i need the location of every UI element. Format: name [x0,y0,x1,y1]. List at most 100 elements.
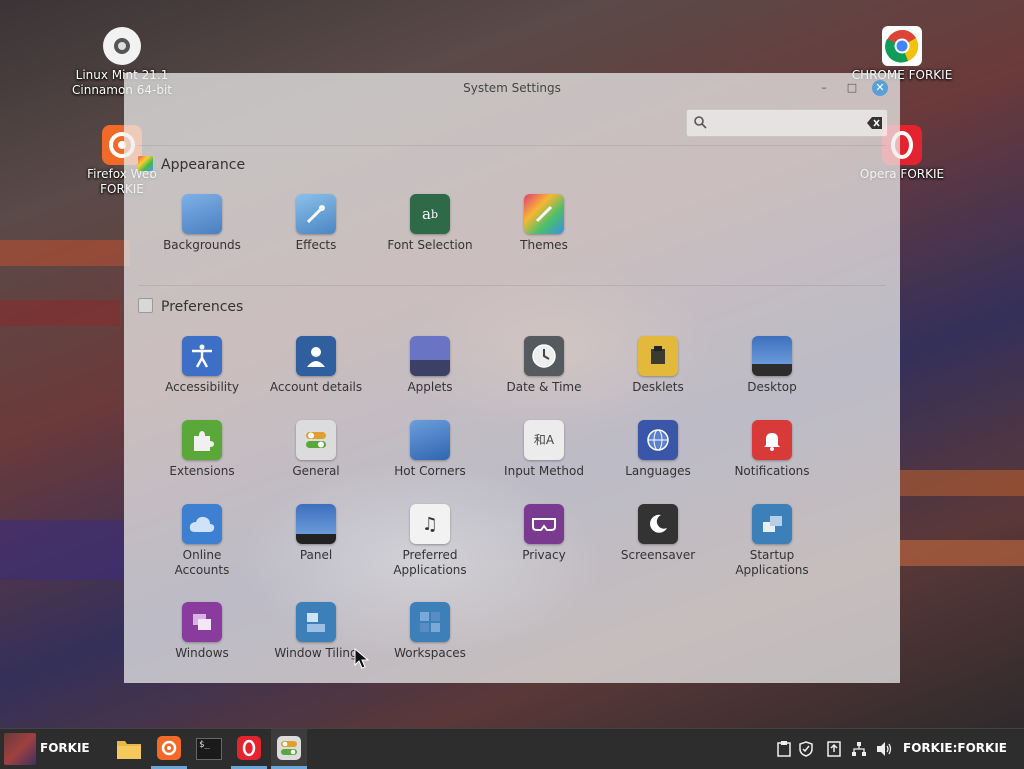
search-input[interactable] [711,113,855,133]
window-title: System Settings [463,81,561,95]
preferences-section-icon [138,298,153,313]
settings-item-date-time[interactable]: Date & Time [487,336,601,395]
wallpaper-stripe [0,300,120,326]
item-label: Font Selection [387,238,473,252]
settings-item-panel[interactable]: Panel [259,504,373,563]
wallpaper-stripe [0,240,130,266]
maximize-button[interactable]: □ [844,80,860,96]
item-label: Panel [299,548,333,562]
settings-item-online-accounts[interactable]: Online Accounts [145,504,259,578]
item-label: Applications [393,563,467,577]
settings-item-screensaver[interactable]: Screensaver [601,504,715,563]
windows-icon [182,602,222,642]
item-label: Notifications [734,464,810,478]
themes-icon [524,194,564,234]
menu-icon[interactable] [4,733,36,765]
shield-icon[interactable] [798,741,814,757]
settings-item-input-method[interactable]: 和A Input Method [487,420,601,479]
settings-item-startup-applications[interactable]: Startup Applications [715,504,829,578]
settings-item-account-details[interactable]: Account details [259,336,373,395]
item-label: Date & Time [506,380,582,394]
settings-item-desktop[interactable]: Desktop [715,336,829,395]
item-label: Accessibility [165,380,239,394]
clipboard-icon[interactable] [776,741,792,757]
section-title: Appearance [161,157,246,173]
item-label: Privacy [522,548,566,562]
section-divider [138,145,886,146]
section-divider [138,285,886,286]
settings-item-effects[interactable]: Effects [259,194,373,253]
applets-icon [410,336,450,376]
settings-item-privacy[interactable]: Privacy [487,504,601,563]
backgrounds-icon [182,194,222,234]
window-titlebar[interactable]: System Settings – □ ✕ [124,73,900,103]
workspaces-icon [410,602,450,642]
item-label: Accounts [174,563,230,577]
clear-search-icon[interactable] [867,115,883,134]
search-field[interactable] [686,109,888,137]
settings-item-applets[interactable]: Applets [373,336,487,395]
settings-item-extensions[interactable]: Extensions [145,420,259,479]
item-label: Backgrounds [163,238,241,252]
item-label: Languages [625,464,691,478]
item-label: General [292,464,340,478]
chrome-icon [882,26,922,66]
mouse-cursor-icon [354,647,370,674]
settings-item-accessibility[interactable]: Accessibility [145,336,259,395]
taskbar-app-firefox[interactable] [151,729,187,769]
item-label: Startup [749,548,795,562]
toggle-icon [296,420,336,460]
update-manager-icon[interactable] [826,741,842,757]
item-label: Input Method [504,464,584,478]
user-label[interactable]: FORKIE:FORKIE [903,741,1007,755]
item-label: Applications [735,563,809,577]
network-icon[interactable] [851,741,867,757]
font-selection-icon: ab [410,194,450,234]
settings-item-hot-corners[interactable]: Hot Corners [373,420,487,479]
startup-icon [752,504,792,544]
taskbar-app-files[interactable] [111,729,147,769]
account-details-icon [296,336,336,376]
section-header-preferences: Preferences [138,298,243,315]
settings-item-preferred-applications[interactable]: ♫ Preferred Applications [373,504,487,578]
menu-button-label[interactable]: FORKIE [40,741,90,755]
taskbar-app-terminal[interactable]: $_ [191,729,227,769]
settings-item-font-selection[interactable]: ab Font Selection [373,194,487,253]
settings-item-workspaces[interactable]: Workspaces [373,602,487,661]
settings-item-desklets[interactable]: Desklets [601,336,715,395]
settings-item-themes[interactable]: Themes [487,194,601,253]
desktop-icon [752,336,792,376]
item-label: Windows [175,646,229,660]
wallpaper-stripe [0,520,124,580]
item-label: Screensaver [620,548,696,562]
hot-corners-icon [410,420,450,460]
volume-icon[interactable] [876,741,892,757]
item-label: Desktop [747,380,797,394]
puzzle-icon [182,420,222,460]
item-label: Account details [269,380,363,394]
input-method-icon: 和A [524,420,564,460]
item-label: Preferred [402,548,458,562]
clock-icon [524,336,564,376]
moon-icon [638,504,678,544]
wallpaper-stripe [900,540,1024,566]
taskbar: FORKIE $_ FORKIE:FORKIE [0,728,1024,769]
close-button[interactable]: ✕ [872,80,888,96]
settings-item-notifications[interactable]: Notifications [715,420,829,479]
minimize-button[interactable]: – [816,80,832,96]
section-header-appearance: Appearance [138,156,245,173]
terminal-icon: $_ [196,738,222,760]
item-label: Desklets [632,380,684,394]
bell-icon [752,420,792,460]
appearance-section-icon [138,156,153,171]
settings-item-windows[interactable]: Windows [145,602,259,661]
taskbar-app-system-settings[interactable] [271,729,307,769]
disc-icon [102,26,142,66]
settings-item-languages[interactable]: Languages [601,420,715,479]
file-manager-icon [117,741,141,759]
taskbar-app-opera[interactable] [231,729,267,769]
item-label: Effects [295,238,337,252]
item-label: Extensions [169,464,235,478]
settings-item-backgrounds[interactable]: Backgrounds [145,194,259,253]
settings-item-general[interactable]: General [259,420,373,479]
